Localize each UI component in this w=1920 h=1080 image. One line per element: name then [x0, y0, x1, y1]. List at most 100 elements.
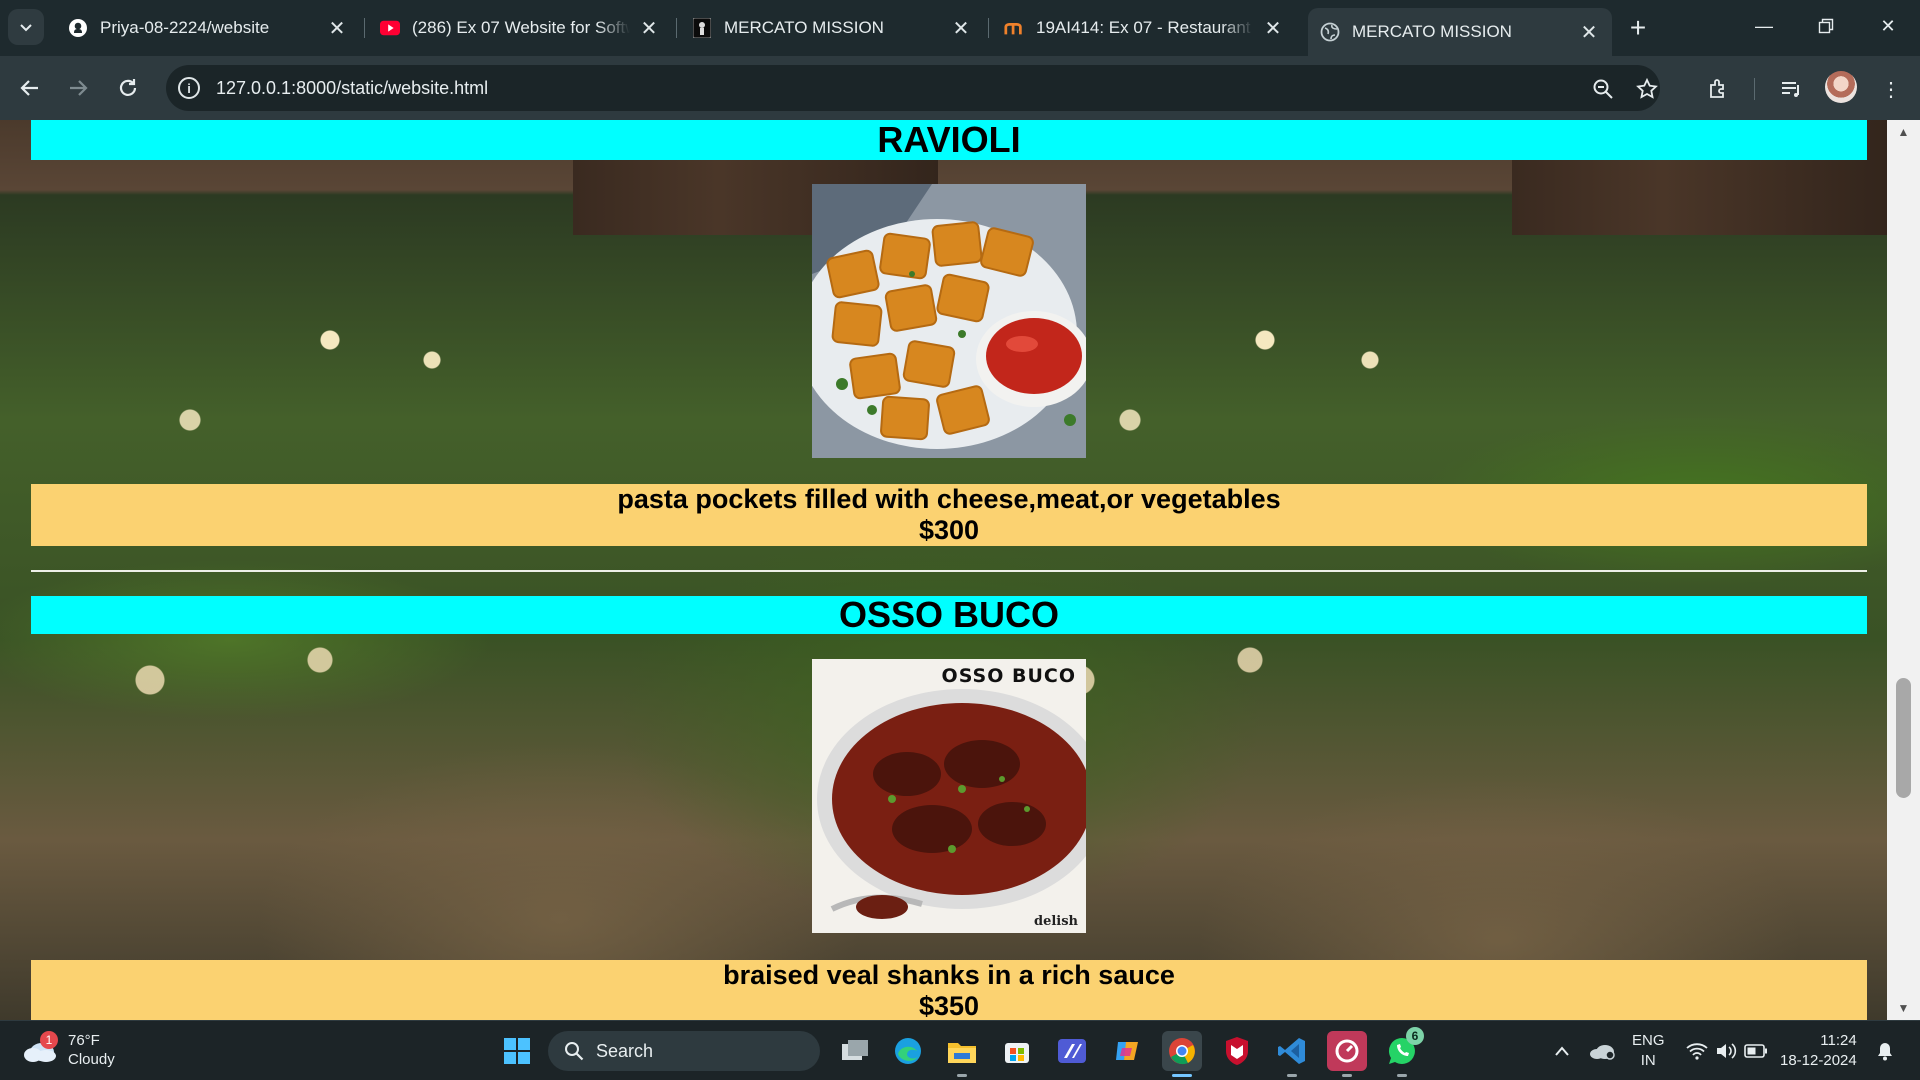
- edge-icon: [895, 1038, 921, 1064]
- site-info-icon[interactable]: i: [178, 77, 200, 99]
- vscode-app[interactable]: [1272, 1031, 1312, 1077]
- close-icon[interactable]: ✕: [1262, 17, 1284, 40]
- chrome-icon: [1169, 1038, 1195, 1065]
- reload-icon: [119, 79, 137, 96]
- edge-app[interactable]: [888, 1031, 928, 1071]
- taskbar-search[interactable]: Search: [548, 1031, 820, 1071]
- system-clock[interactable]: 11:24 18-12-2024: [1780, 1031, 1857, 1071]
- close-icon[interactable]: ✕: [638, 17, 660, 40]
- camera-icon: [1335, 1039, 1359, 1063]
- bookmark-star-icon[interactable]: [1634, 76, 1660, 102]
- back-button[interactable]: [12, 70, 48, 106]
- task-view-button[interactable]: [835, 1031, 875, 1071]
- scrollbar-thumb[interactable]: [1896, 678, 1911, 798]
- arrow-right-icon: [70, 80, 88, 96]
- weather-widget[interactable]: 1 76°F Cloudy: [22, 1031, 115, 1069]
- copilot-icon: [1116, 1042, 1138, 1060]
- restore-button[interactable]: [1795, 0, 1857, 52]
- tab-title: (286) Ex 07 Website for Software: [412, 18, 630, 37]
- tab-title: 19AI414: Ex 07 - Restaurant Website: [1036, 18, 1254, 37]
- windows-taskbar: 1 76°F Cloudy Search 6 ENG IN 11:24 18-1…: [0, 1020, 1920, 1080]
- region-code: IN: [1640, 1052, 1656, 1069]
- page-scrollbar[interactable]: ▲ ▼: [1887, 120, 1920, 1020]
- moodle-icon: [1004, 18, 1024, 38]
- chrome-app[interactable]: [1162, 1031, 1202, 1077]
- forward-button[interactable]: [60, 70, 96, 106]
- browser-toolbar: i 127.0.0.1:8000/static/website.html ⋮: [0, 56, 1920, 120]
- reload-button[interactable]: [110, 70, 146, 106]
- tab-title: MERCATO MISSION: [724, 18, 884, 37]
- start-button[interactable]: [497, 1031, 537, 1071]
- close-window-button[interactable]: ✕: [1857, 0, 1919, 52]
- tab-divider: [364, 18, 365, 38]
- more-menu-icon[interactable]: ⋮: [1876, 74, 1906, 104]
- screenshot-app[interactable]: [1327, 1031, 1367, 1077]
- copilot-app[interactable]: [1107, 1031, 1147, 1071]
- close-icon[interactable]: ✕: [950, 17, 972, 40]
- running-indicator: [957, 1074, 967, 1077]
- dish-title: OSSO BUCO: [31, 596, 1867, 634]
- dish-price: $300: [918, 515, 980, 545]
- dish-title: RAVIOLI: [31, 120, 1867, 160]
- onedrive-cloud-icon[interactable]: [1588, 1031, 1618, 1071]
- input-language[interactable]: ENG IN: [1632, 1031, 1665, 1071]
- restore-icon: [1818, 18, 1834, 34]
- dish-description-box: braised veal shanks in a rich sauce $350: [31, 960, 1867, 1020]
- tab-mercato-active[interactable]: MERCATO MISSION ✕: [1308, 8, 1612, 56]
- page-viewport: RAVIOLI pasta pockets filled with cheese…: [0, 120, 1920, 1020]
- url-text[interactable]: 127.0.0.1:8000/static/website.html: [216, 78, 488, 99]
- task-view-icon: [842, 1040, 868, 1060]
- profile-avatar[interactable]: [1825, 71, 1857, 103]
- pen-app-icon: [1058, 1039, 1086, 1063]
- scroll-down-arrow-icon[interactable]: ▼: [1887, 996, 1920, 1020]
- running-indicator: [1342, 1074, 1352, 1077]
- dish-description: braised veal shanks in a rich sauce: [723, 960, 1175, 990]
- running-indicator: [1287, 1074, 1297, 1077]
- weather-condition: Cloudy: [68, 1051, 115, 1068]
- notification-bell-icon[interactable]: [1872, 1031, 1898, 1071]
- close-icon[interactable]: ✕: [1578, 21, 1600, 44]
- media-controls-icon[interactable]: [1776, 74, 1806, 104]
- image-caption: OSSO BUCO: [941, 665, 1076, 687]
- globe-icon: [1320, 22, 1340, 42]
- wifi-icon[interactable]: [1684, 1031, 1710, 1071]
- address-bar[interactable]: i 127.0.0.1:8000/static/website.html: [166, 65, 1660, 111]
- show-hidden-icons-chevron-icon[interactable]: [1550, 1031, 1574, 1071]
- notification-badge: 6: [1406, 1027, 1424, 1045]
- windows-icon: [504, 1038, 530, 1064]
- battery-icon[interactable]: [1742, 1031, 1770, 1071]
- file-explorer-app[interactable]: [942, 1031, 982, 1077]
- whatsapp-app[interactable]: 6: [1382, 1027, 1424, 1077]
- tab-divider: [988, 18, 989, 38]
- new-tab-button[interactable]: +: [1620, 10, 1656, 46]
- chevron-down-icon: [20, 24, 32, 32]
- arrow-left-icon: [20, 80, 38, 96]
- store-app[interactable]: [997, 1031, 1037, 1071]
- youtube-icon: [380, 18, 400, 38]
- tab-search-button[interactable]: [8, 9, 44, 45]
- folder-icon: [948, 1043, 976, 1063]
- dish-price: $350: [918, 991, 980, 1020]
- tab-mercato[interactable]: MERCATO MISSION ✕: [680, 8, 984, 48]
- scroll-up-arrow-icon[interactable]: ▲: [1887, 120, 1920, 144]
- zoom-icon[interactable]: [1590, 76, 1616, 102]
- tab-strip: Priya-08-2224/website ✕ (286) Ex 07 Webs…: [0, 0, 1920, 56]
- mcafee-app[interactable]: [1217, 1031, 1257, 1071]
- clock-date: 18-12-2024: [1780, 1052, 1857, 1069]
- clock-time: 11:24: [1820, 1032, 1857, 1049]
- tab-divider: [676, 18, 677, 38]
- minimize-button[interactable]: —: [1733, 0, 1795, 52]
- tab-github[interactable]: Priya-08-2224/website ✕: [56, 8, 360, 48]
- store-icon: [1005, 1043, 1029, 1063]
- pen-app[interactable]: [1052, 1031, 1092, 1071]
- language-code: ENG: [1632, 1032, 1665, 1049]
- close-icon[interactable]: ✕: [326, 17, 348, 40]
- extensions-icon[interactable]: [1703, 74, 1733, 104]
- ravioli-image: [812, 184, 1086, 458]
- search-label: Search: [596, 1040, 654, 1061]
- tab-youtube[interactable]: (286) Ex 07 Website for Software ✕: [368, 8, 672, 48]
- tab-moodle[interactable]: 19AI414: Ex 07 - Restaurant Website ✕: [992, 8, 1296, 48]
- tab-title: Priya-08-2224/website: [100, 18, 270, 37]
- volume-icon[interactable]: [1713, 1031, 1739, 1071]
- vscode-icon: [1278, 1038, 1305, 1064]
